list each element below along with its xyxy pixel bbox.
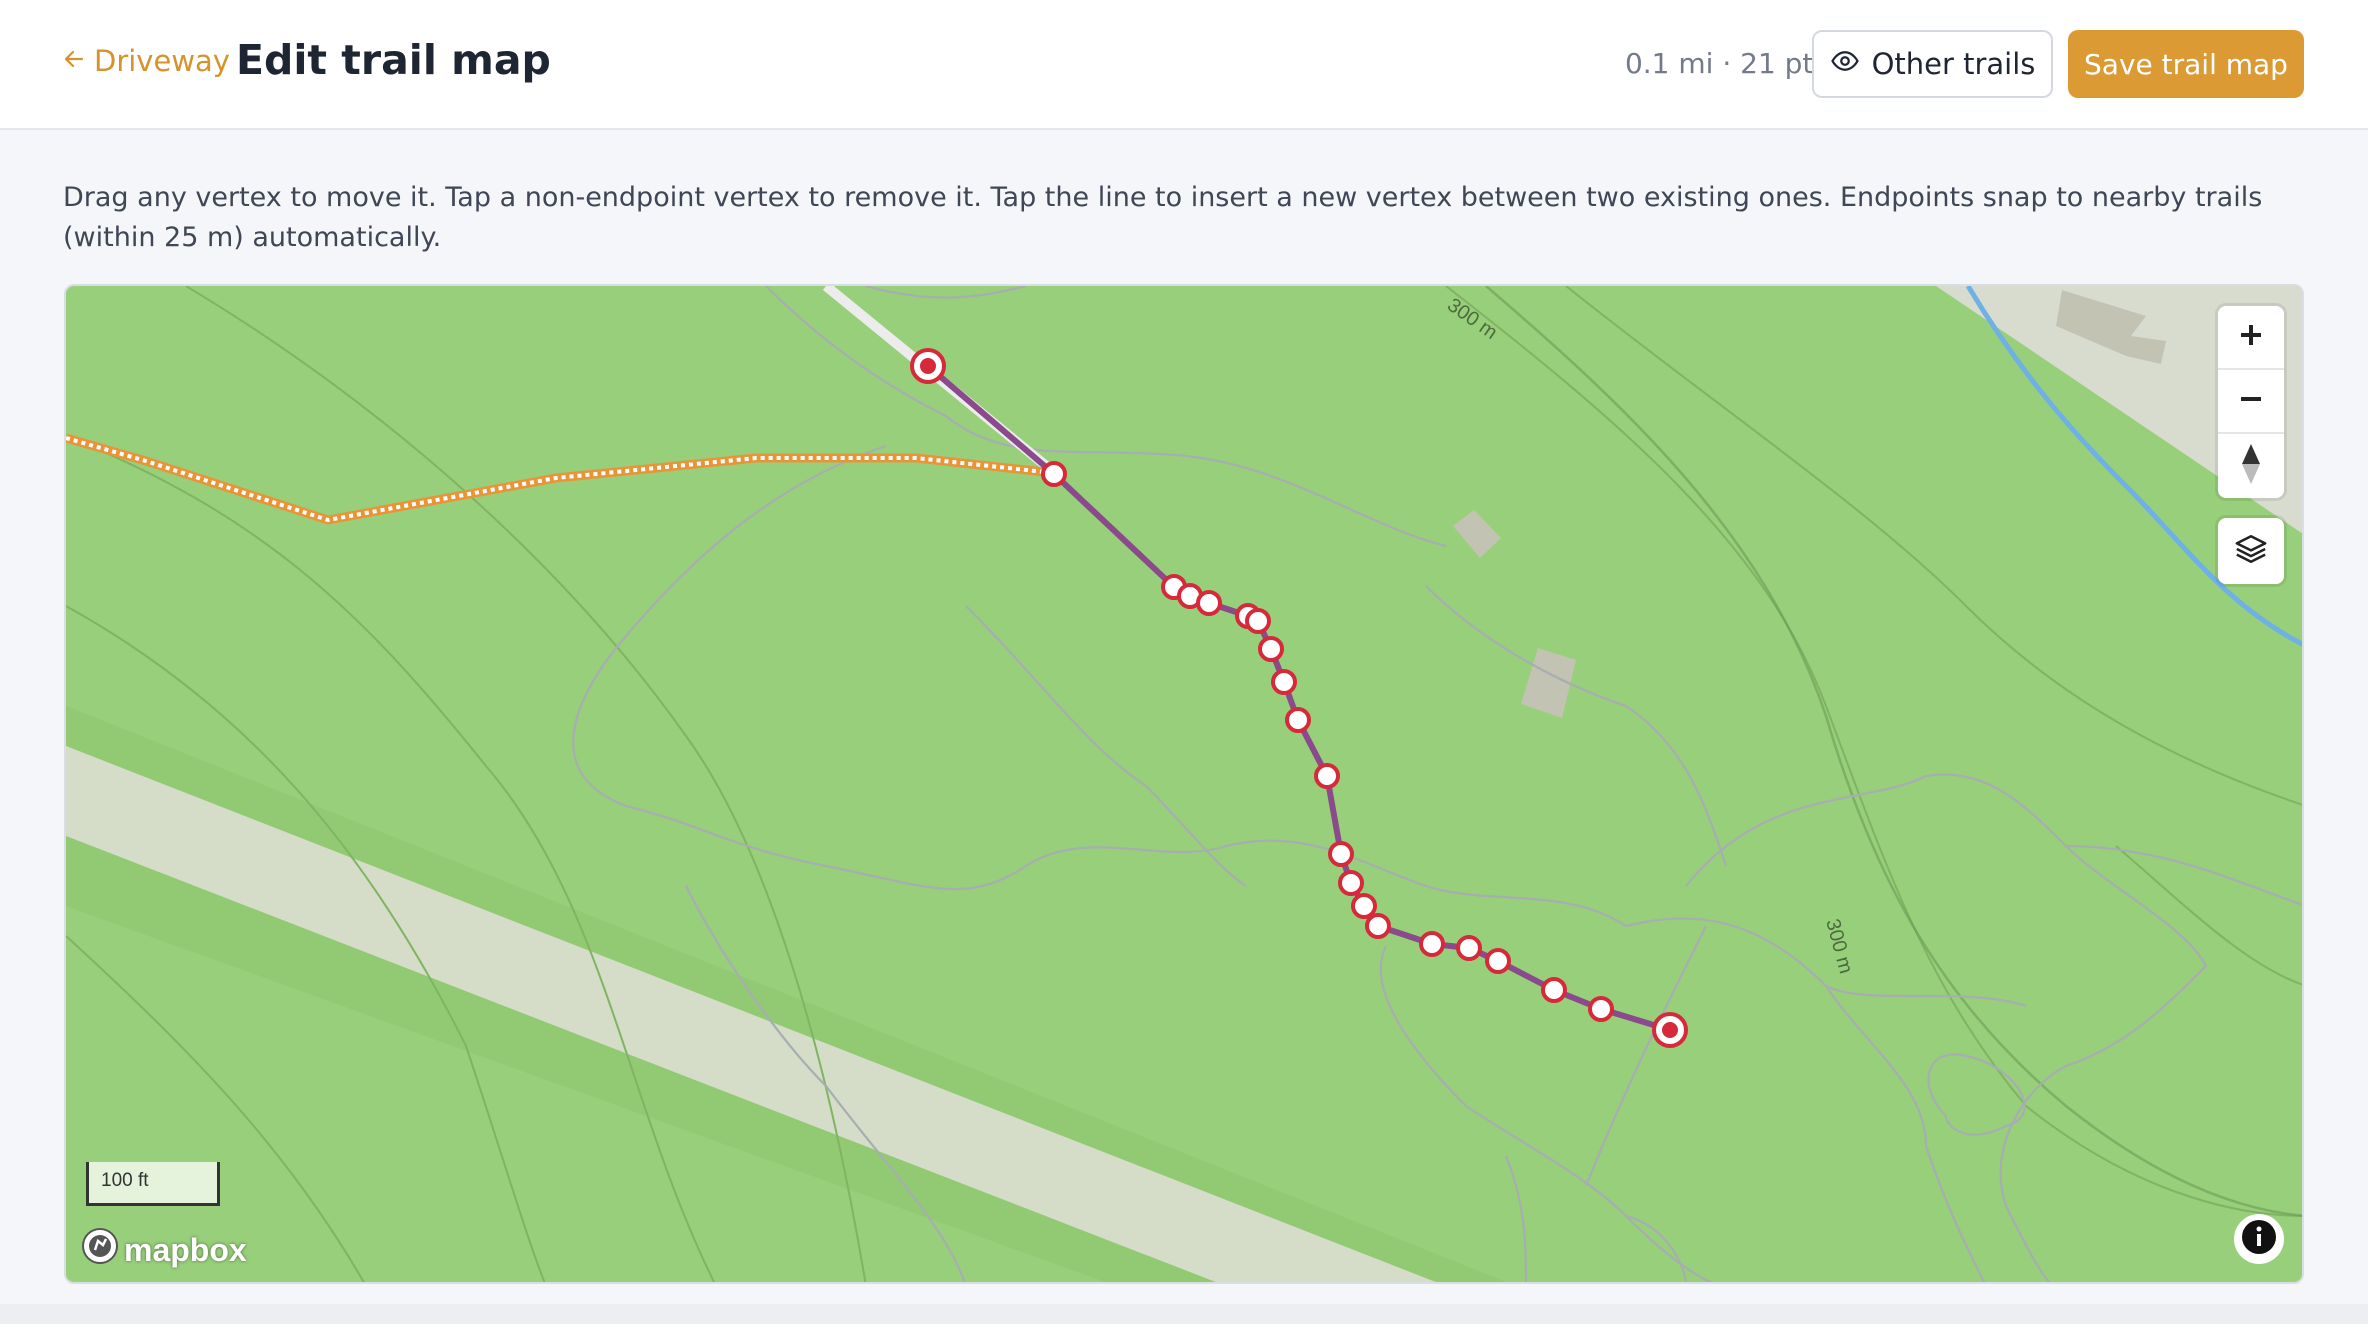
trail-vertex[interactable] <box>1419 931 1445 957</box>
page-footer-strip <box>0 1304 2368 1324</box>
save-trail-map-button[interactable]: Save trail map <box>2068 30 2304 98</box>
mapbox-logo-icon <box>80 1226 120 1274</box>
info-icon <box>2241 1219 2277 1259</box>
trail-vertex[interactable] <box>1285 707 1311 733</box>
trail-vertex[interactable] <box>1258 636 1284 662</box>
mapbox-logo[interactable]: mapbox <box>80 1226 247 1274</box>
trail-vertex[interactable] <box>1196 590 1222 616</box>
top-bar: Driveway Edit trail map 0.1 mi · 21 pts … <box>0 0 2368 130</box>
trail-vertex[interactable] <box>1245 608 1271 634</box>
zoom-out-button[interactable] <box>2218 370 2284 434</box>
trail-map[interactable]: 300 m 300 m 100 ft mapbox <box>64 284 2304 1284</box>
contour-label-top: 300 m <box>1443 294 1501 344</box>
plus-icon <box>2237 321 2265 353</box>
trail-vertex[interactable] <box>1351 893 1377 919</box>
back-link[interactable]: Driveway <box>62 44 230 78</box>
edit-instructions: Drag any vertex to move it. Tap a non-en… <box>63 182 2263 253</box>
mapbox-logo-text: mapbox <box>124 1231 247 1268</box>
back-link-label: Driveway <box>94 44 230 78</box>
map-scale-bar: 100 ft <box>86 1162 220 1206</box>
trail-vertex[interactable] <box>1338 870 1364 896</box>
trail-vertex[interactable] <box>1271 669 1297 695</box>
minus-icon <box>2237 385 2265 417</box>
trail-vertex[interactable] <box>1456 935 1482 961</box>
trail-vertex[interactable] <box>1041 461 1067 487</box>
attribution-info-button[interactable] <box>2234 1214 2284 1264</box>
trail-vertex[interactable] <box>1314 763 1340 789</box>
map-navigation-controls <box>2218 306 2284 498</box>
trail-stats: 0.1 mi · 21 pts <box>1624 47 1828 80</box>
compass-icon <box>2238 442 2264 490</box>
compass-button[interactable] <box>2218 434 2284 498</box>
page-title: Edit trail map <box>236 36 551 84</box>
trail-vertex[interactable] <box>1365 913 1391 939</box>
trail-vertex[interactable] <box>1485 948 1511 974</box>
trail-endpoint-start[interactable] <box>910 348 946 384</box>
map-layers-button[interactable] <box>2218 518 2284 584</box>
other-trails-button[interactable]: Other trails <box>1812 30 2053 98</box>
other-trails-label: Other trails <box>1871 47 2036 81</box>
trail-endpoint-end[interactable] <box>1652 1012 1688 1048</box>
eye-icon <box>1830 46 1860 83</box>
trail-vertex[interactable] <box>1588 996 1614 1022</box>
other-trail-line[interactable] <box>66 433 1055 525</box>
zoom-in-button[interactable] <box>2218 306 2284 370</box>
arrow-left-icon <box>62 44 86 78</box>
map-canvas[interactable]: 300 m 300 m <box>66 286 2304 1284</box>
layers-icon <box>2234 532 2268 570</box>
trail-vertex[interactable] <box>1328 841 1354 867</box>
trail-vertex[interactable] <box>1541 977 1567 1003</box>
contour-label-right: 300 m <box>1821 917 1857 976</box>
